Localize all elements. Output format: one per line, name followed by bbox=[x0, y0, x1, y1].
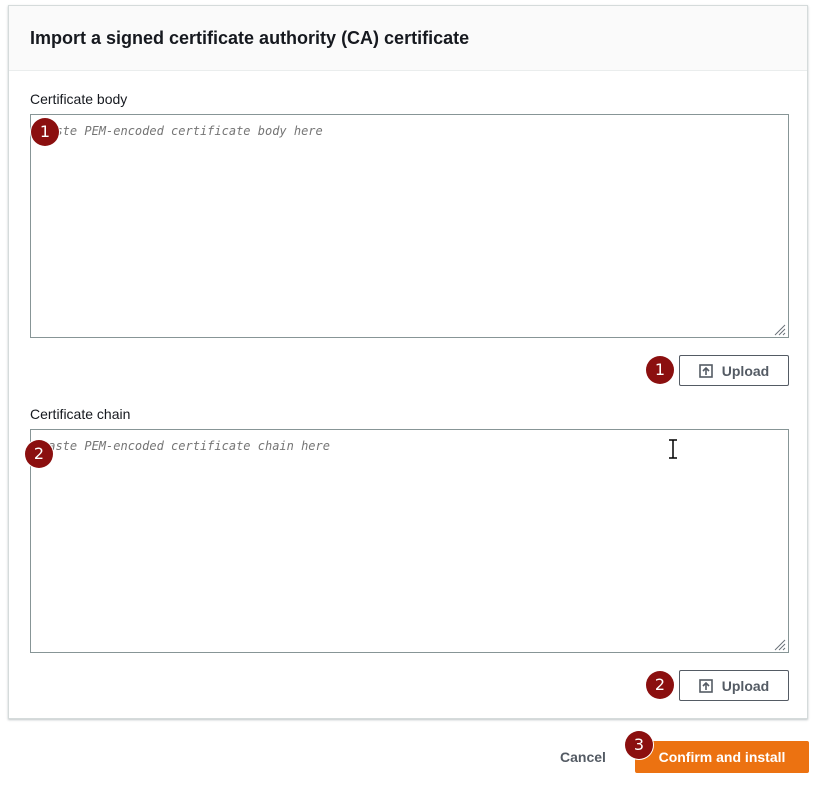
certificate-body-resize-handle[interactable] bbox=[774, 324, 786, 336]
step-marker-body-upload: 1 bbox=[646, 356, 674, 384]
panel-title: Import a signed certificate authority (C… bbox=[30, 28, 470, 48]
certificate-chain-label: Certificate chain bbox=[30, 406, 131, 422]
certificate-body-upload-button[interactable]: Upload bbox=[679, 355, 789, 386]
upload-button-label: Upload bbox=[721, 677, 770, 694]
step-marker-certificate-chain: 2 bbox=[25, 440, 53, 468]
upload-icon bbox=[698, 363, 713, 378]
cancel-button[interactable]: Cancel bbox=[548, 742, 618, 772]
certificate-chain-upload-button[interactable]: Upload bbox=[679, 670, 789, 701]
text-cursor-icon bbox=[669, 439, 677, 459]
upload-icon bbox=[698, 678, 713, 693]
certificate-chain-textarea[interactable] bbox=[30, 429, 789, 653]
certificate-body-textarea[interactable] bbox=[30, 114, 789, 338]
certificate-body-label: Certificate body bbox=[30, 91, 128, 107]
step-marker-confirm: 3 bbox=[625, 731, 653, 759]
step-marker-chain-upload: 2 bbox=[646, 671, 674, 699]
step-marker-certificate-body: 1 bbox=[31, 118, 59, 146]
panel-header: Import a signed certificate authority (C… bbox=[9, 6, 807, 71]
upload-button-label: Upload bbox=[721, 362, 770, 379]
certificate-chain-resize-handle[interactable] bbox=[774, 639, 786, 651]
page: Import a signed certificate authority (C… bbox=[0, 0, 822, 787]
confirm-and-install-button[interactable]: Confirm and install bbox=[635, 741, 809, 773]
import-ca-certificate-panel: Import a signed certificate authority (C… bbox=[8, 5, 808, 719]
